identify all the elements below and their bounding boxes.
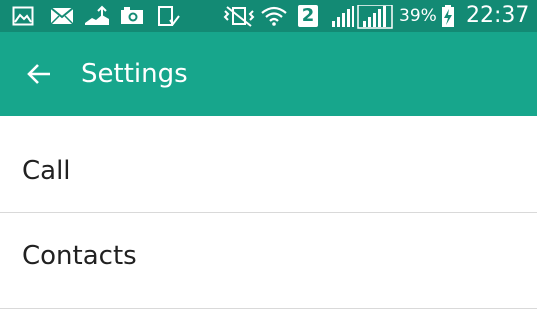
settings-list: Call Contacts xyxy=(0,116,537,309)
wifi-icon xyxy=(260,5,288,27)
status-bar: 2 39% 22:37 xyxy=(0,0,537,32)
arrow-back-icon xyxy=(27,64,50,84)
gallery-icon xyxy=(12,5,34,27)
settings-item-call[interactable]: Call xyxy=(0,116,537,213)
upload-icon xyxy=(84,5,110,27)
camera-icon xyxy=(120,5,144,27)
signal-icon xyxy=(330,5,394,29)
settings-item-label: Contacts xyxy=(22,241,137,271)
mail-icon xyxy=(50,5,74,27)
battery-charging-icon xyxy=(441,5,455,27)
app-bar: Settings xyxy=(0,32,537,116)
page-title: Settings xyxy=(81,59,188,89)
clipboard-check-icon xyxy=(157,5,181,27)
settings-item-contacts[interactable]: Contacts xyxy=(0,213,537,309)
vibrate-mute-icon xyxy=(222,5,256,27)
battery-percent: 39% xyxy=(399,6,437,26)
back-button[interactable] xyxy=(14,52,62,96)
clock: 22:37 xyxy=(466,3,530,28)
sim-badge: 2 xyxy=(298,5,318,27)
settings-item-label: Call xyxy=(22,156,71,186)
